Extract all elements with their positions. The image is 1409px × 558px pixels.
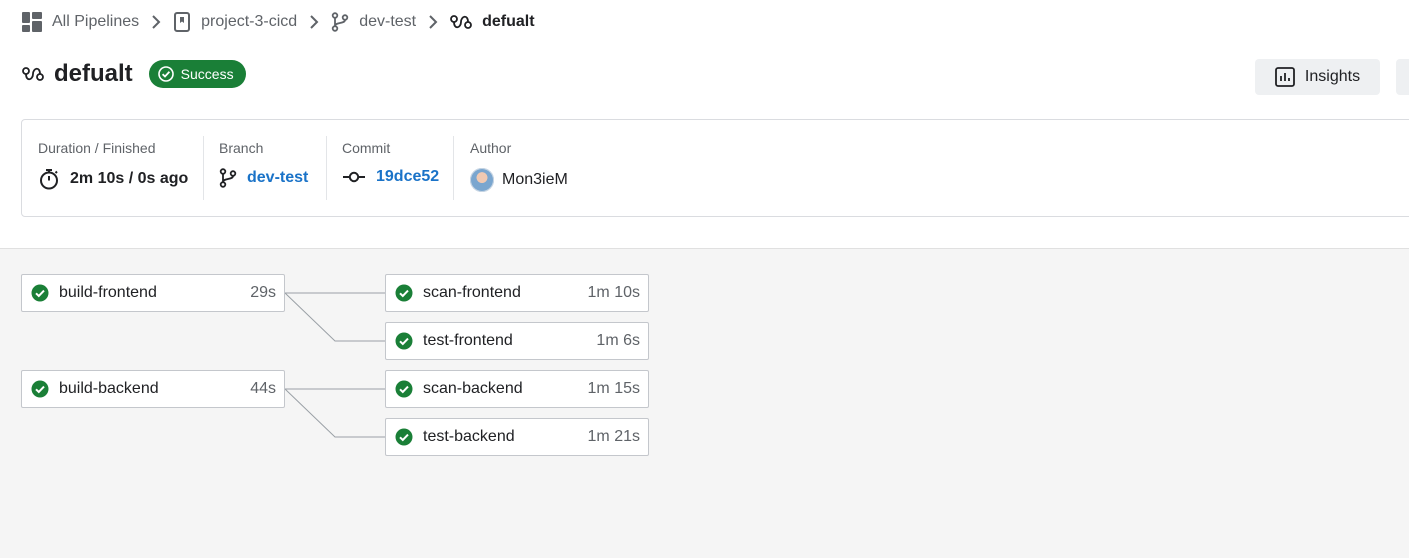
branch-icon xyxy=(219,168,237,188)
job-duration: 1m 10s xyxy=(587,284,640,301)
job-test-backend[interactable]: test-backend 1m 21s xyxy=(385,418,649,456)
duration-label: Duration / Finished xyxy=(38,140,156,156)
breadcrumb-label: project-3-cicd xyxy=(201,13,298,30)
pipeline-graph: build-frontend 29s build-backend 44s sca… xyxy=(0,248,1409,558)
branch-label: Branch xyxy=(219,140,264,156)
breadcrumb: All Pipelines project-3-cicd dev-test de… xyxy=(22,8,535,36)
chevron-right-icon xyxy=(151,15,161,29)
check-circle-icon xyxy=(157,66,174,82)
job-name: build-frontend xyxy=(59,284,157,301)
check-circle-icon xyxy=(395,284,413,302)
job-duration: 1m 6s xyxy=(596,332,640,349)
job-name: build-backend xyxy=(59,380,159,397)
author-name: Mon3ieM xyxy=(502,171,568,188)
check-circle-icon xyxy=(31,284,49,302)
job-duration: 29s xyxy=(250,284,276,301)
bar-chart-icon xyxy=(1275,67,1295,87)
job-name: scan-frontend xyxy=(423,284,521,301)
duration-value-row: 2m 10s / 0s ago xyxy=(38,168,188,190)
grid-icon xyxy=(22,12,42,32)
job-name: scan-backend xyxy=(423,380,523,397)
pipeline-icon xyxy=(22,66,44,82)
branch-icon xyxy=(331,12,349,32)
more-options-button[interactable] xyxy=(1396,59,1409,95)
avatar xyxy=(470,168,494,192)
chevron-right-icon xyxy=(309,15,319,29)
divider xyxy=(203,136,204,200)
title-row: defualt Success xyxy=(22,60,246,88)
commit-label: Commit xyxy=(342,140,391,156)
status-badge: Success xyxy=(148,60,246,88)
breadcrumb-label: All Pipelines xyxy=(52,13,140,30)
breadcrumb-branch[interactable]: dev-test xyxy=(331,12,416,32)
status-label: Success xyxy=(180,66,234,82)
page-title: defualt xyxy=(54,60,133,87)
check-circle-icon xyxy=(31,380,49,398)
breadcrumb-label: dev-test xyxy=(359,13,417,30)
author-value-row: Mon3ieM xyxy=(470,168,568,192)
breadcrumb-label: defualt xyxy=(482,13,535,30)
repository-icon xyxy=(173,12,191,32)
pipeline-summary: Duration / Finished 2m 10s / 0s ago Bran… xyxy=(21,119,1409,217)
check-circle-icon xyxy=(395,380,413,398)
job-duration: 1m 15s xyxy=(587,380,640,397)
stopwatch-icon xyxy=(38,168,60,190)
duration-value: 2m 10s / 0s ago xyxy=(70,170,189,187)
insights-label: Insights xyxy=(1304,68,1361,85)
job-duration: 44s xyxy=(250,380,276,397)
author-label: Author xyxy=(470,140,512,156)
job-scan-backend[interactable]: scan-backend 1m 15s xyxy=(385,370,649,408)
insights-button[interactable]: Insights xyxy=(1255,59,1380,95)
check-circle-icon xyxy=(395,428,413,446)
job-test-frontend[interactable]: test-frontend 1m 6s xyxy=(385,322,649,360)
divider xyxy=(326,136,327,200)
job-build-frontend[interactable]: build-frontend 29s xyxy=(21,274,285,312)
divider xyxy=(453,136,454,200)
commit-link[interactable]: 19dce52 xyxy=(376,168,439,186)
job-build-backend[interactable]: build-backend 44s xyxy=(21,370,285,408)
pipeline-icon xyxy=(450,14,473,30)
job-name: test-frontend xyxy=(423,332,513,349)
branch-value-row: dev-test xyxy=(219,168,308,188)
chevron-right-icon xyxy=(428,15,438,29)
breadcrumb-all-pipelines[interactable]: All Pipelines xyxy=(22,12,139,32)
commit-value-row: 19dce52 xyxy=(342,168,439,186)
job-scan-frontend[interactable]: scan-frontend 1m 10s xyxy=(385,274,649,312)
branch-link[interactable]: dev-test xyxy=(247,169,308,187)
breadcrumb-pipeline: defualt xyxy=(450,13,535,31)
commit-icon xyxy=(342,171,366,183)
job-duration: 1m 21s xyxy=(587,428,640,445)
job-name: test-backend xyxy=(423,428,515,445)
breadcrumb-project[interactable]: project-3-cicd xyxy=(173,12,297,32)
check-circle-icon xyxy=(395,332,413,350)
